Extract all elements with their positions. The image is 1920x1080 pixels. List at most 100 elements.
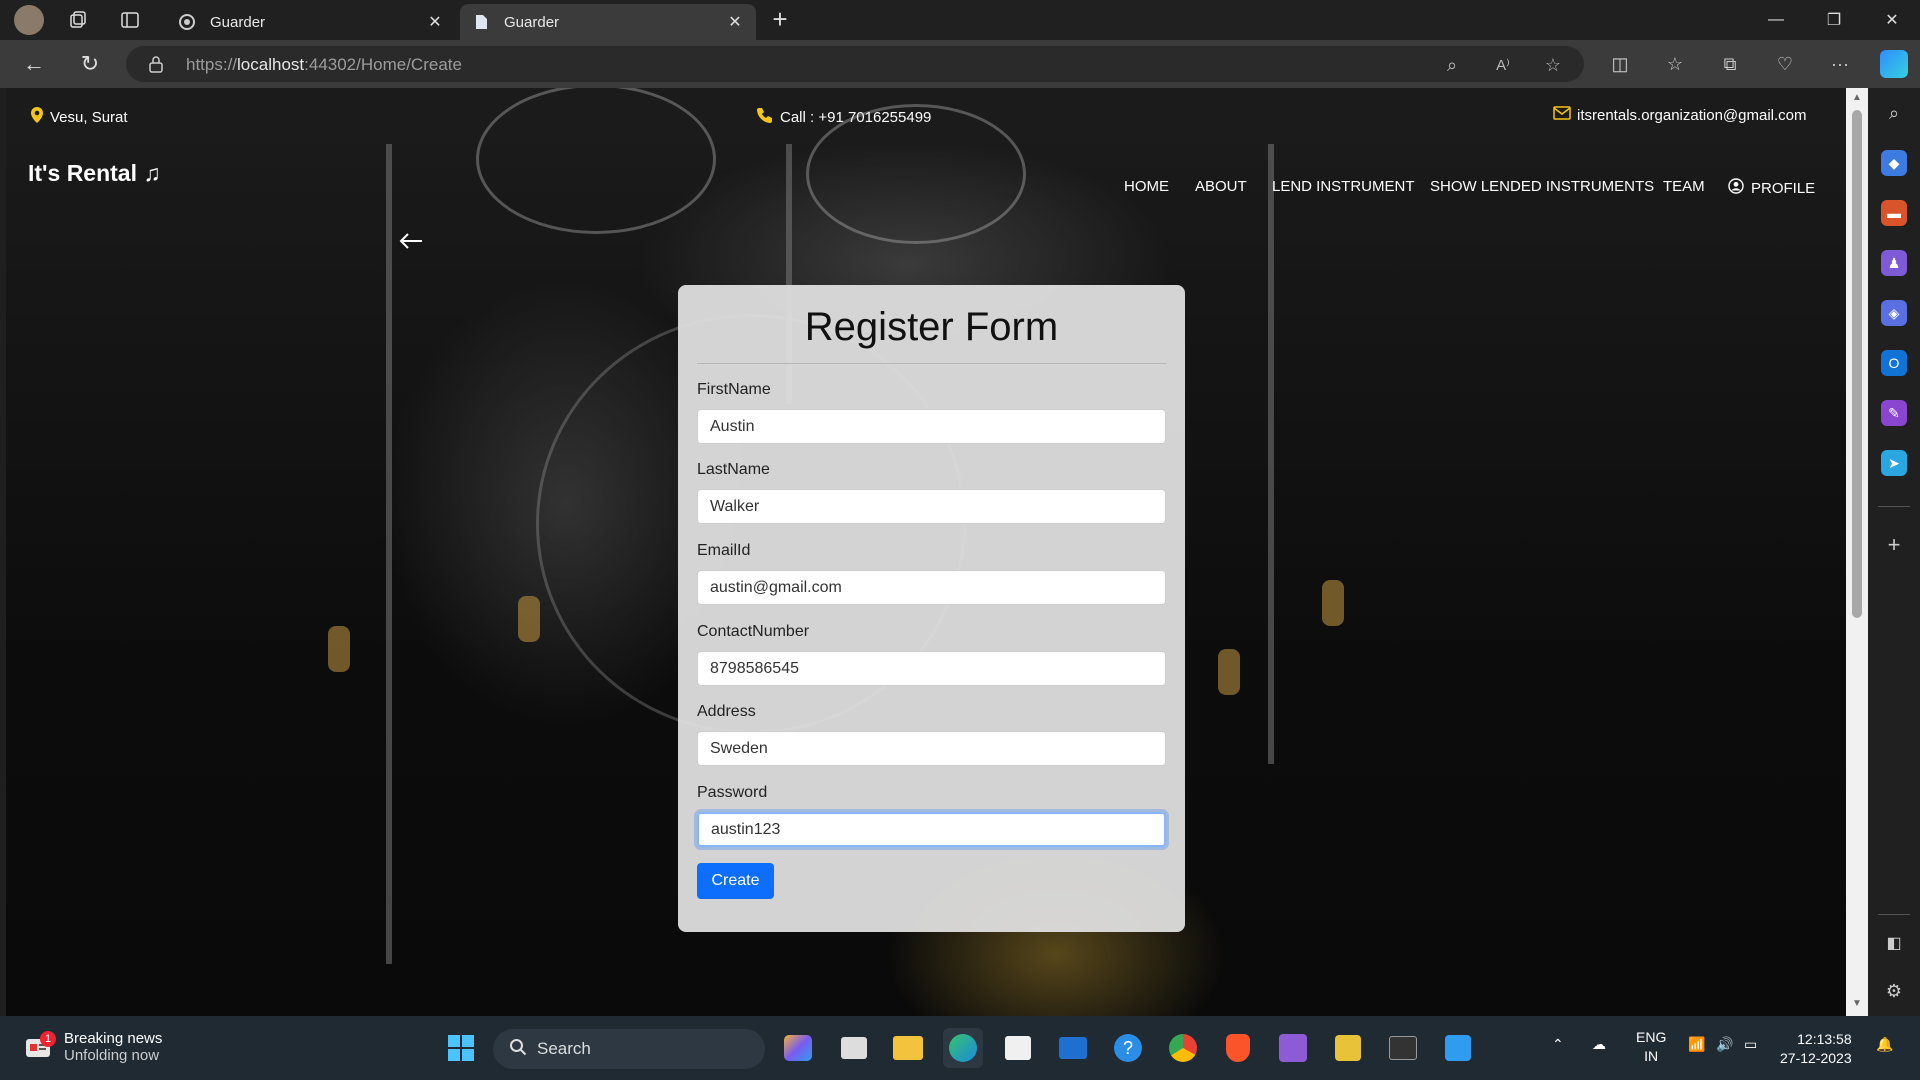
cymbal-stand-shape (386, 144, 392, 964)
location-text: Vesu, Surat (50, 108, 128, 126)
send-icon[interactable]: ➤ (1881, 450, 1907, 476)
widgets-app-icon[interactable] (778, 1028, 818, 1068)
taskbar-search[interactable]: Search (493, 1029, 765, 1069)
site-brand-logo[interactable]: It's Rental ♫ (28, 160, 161, 187)
system-clock[interactable]: 12:13:58 27-12-2023 (1780, 1030, 1852, 1068)
tab-actions-icon[interactable] (118, 8, 142, 32)
zoom-icon[interactable]: ⌕ (1441, 54, 1463, 76)
news-text: Breaking news Unfolding now (64, 1030, 162, 1064)
back-arrow-icon[interactable] (396, 226, 426, 256)
volume-icon[interactable]: 🔊 (1716, 1036, 1733, 1053)
create-button[interactable]: Create (697, 863, 774, 899)
copilot-icon[interactable] (1880, 50, 1908, 78)
sidebar-settings-icon[interactable]: ⚙ (1881, 978, 1907, 1004)
designer-icon[interactable]: ✎ (1881, 400, 1907, 426)
emailid-input[interactable] (697, 570, 1166, 605)
url-text: https://localhost:44302/Home/Create (186, 55, 462, 75)
hide-sidebar-icon[interactable]: ◧ (1881, 930, 1907, 956)
news-widget[interactable]: 1 Breaking news Unfolding now (24, 1030, 162, 1064)
favorites-icon[interactable]: ☆ (1663, 52, 1687, 76)
address-bar[interactable]: https://localhost:44302/Home/Create ⌕ A⁾… (126, 46, 1584, 82)
language-line2: IN (1644, 1048, 1659, 1064)
shopping-tag-icon[interactable]: ◆ (1881, 150, 1907, 176)
windows-taskbar: 1 Breaking news Unfolding now Search ? ⌃… (0, 1016, 1920, 1080)
games-icon[interactable]: ♟ (1881, 250, 1907, 276)
minimize-icon[interactable]: — (1748, 0, 1804, 40)
tool-app-icon[interactable] (1328, 1028, 1368, 1068)
nav-profile[interactable]: PROFILE (1728, 178, 1815, 198)
news-title: Breaking news (64, 1030, 163, 1047)
phone-icon (756, 106, 774, 128)
lastname-input[interactable] (697, 489, 1166, 524)
restore-icon[interactable]: ❐ (1806, 0, 1862, 40)
myhp-icon[interactable] (1053, 1028, 1093, 1068)
nav-profile-label: PROFILE (1751, 179, 1816, 197)
task-view-icon[interactable] (834, 1028, 874, 1068)
new-tab-icon[interactable]: + (766, 6, 794, 34)
outlook-icon[interactable]: O (1881, 350, 1907, 376)
microsoft-store-icon[interactable] (998, 1028, 1038, 1068)
email-item[interactable]: itsrentals.organization@gmail.com (1553, 106, 1807, 124)
map-pin-icon (30, 106, 44, 128)
web-page: Vesu, Surat Call : +91 7016255499 itsren… (6, 88, 1846, 1016)
settings-more-icon[interactable]: ··· (1828, 52, 1852, 76)
nav-team[interactable]: TEAM (1663, 178, 1705, 195)
contactnumber-input[interactable] (697, 651, 1166, 686)
form-title: Register Form (804, 305, 1059, 349)
terminal-icon[interactable] (1383, 1028, 1423, 1068)
nav-show-lended-instruments[interactable]: SHOW LENDED INSTRUMENTS (1430, 178, 1654, 195)
language-line1: ENG (1636, 1029, 1667, 1045)
contactnumber-label: ContactNumber (697, 623, 810, 640)
password-input[interactable] (697, 812, 1166, 847)
tab-guarder-2[interactable]: Guarder ✕ (460, 4, 756, 40)
wifi-icon[interactable]: 📶 (1688, 1036, 1705, 1053)
address-input[interactable] (697, 731, 1166, 766)
tab-guarder-1[interactable]: Guarder ✕ (166, 4, 456, 40)
copilot-sidebar-icon[interactable]: ◈ (1881, 300, 1907, 326)
close-window-icon[interactable]: ✕ (1864, 0, 1920, 40)
brave-icon[interactable] (1218, 1028, 1258, 1068)
visual-studio-icon[interactable] (1273, 1028, 1313, 1068)
envelope-icon (1553, 106, 1571, 124)
workspaces-icon[interactable] (66, 8, 90, 32)
collections-icon[interactable]: ⧉ (1718, 52, 1742, 76)
notification-bell-icon[interactable]: 🔔 (1876, 1036, 1893, 1053)
back-icon[interactable]: ← (20, 50, 48, 78)
tab-title: Guarder (210, 13, 266, 31)
vscode-icon[interactable] (1438, 1028, 1478, 1068)
register-form-card: Register Form FirstName LastName EmailId… (678, 285, 1185, 932)
chrome-icon[interactable] (1163, 1028, 1203, 1068)
url-host: localhost (237, 55, 305, 74)
search-icon[interactable]: ⌕ (1881, 100, 1907, 126)
refresh-icon[interactable]: ↻ (76, 50, 104, 78)
battery-icon[interactable]: ▭ (1744, 1036, 1757, 1053)
scroll-down-icon[interactable]: ▼ (1851, 998, 1863, 1010)
nav-home[interactable]: HOME (1124, 178, 1169, 195)
add-icon[interactable]: + (1881, 532, 1907, 558)
split-screen-icon[interactable]: ◫ (1608, 52, 1632, 76)
read-aloud-icon[interactable]: A⁾ (1492, 54, 1514, 76)
drum-shape (476, 88, 716, 234)
onedrive-icon[interactable]: ☁ (1592, 1036, 1606, 1053)
scroll-up-icon[interactable]: ▲ (1851, 92, 1863, 104)
tray-chevron-icon[interactable]: ⌃ (1552, 1036, 1564, 1053)
edge-browser-icon[interactable] (943, 1028, 983, 1068)
tab-close-icon[interactable]: ✕ (426, 12, 444, 32)
browser-essentials-icon[interactable]: ♡ (1773, 52, 1797, 76)
favorite-star-icon[interactable]: ☆ (1542, 54, 1564, 76)
language-indicator[interactable]: ENG IN (1636, 1028, 1666, 1066)
scrollbar-thumb[interactable] (1852, 110, 1862, 618)
tab-close-icon[interactable]: ✕ (726, 12, 744, 32)
start-windows-icon[interactable] (441, 1028, 481, 1068)
page-scrollbar[interactable]: ▲ ▼ (1846, 88, 1868, 1016)
nav-about[interactable]: ABOUT (1195, 178, 1247, 195)
tools-icon[interactable]: ▬ (1881, 200, 1907, 226)
email-text[interactable]: itsrentals.organization@gmail.com (1577, 107, 1807, 124)
clock-date: 27-12-2023 (1780, 1050, 1852, 1066)
file-explorer-icon[interactable] (888, 1028, 928, 1068)
url-path: :44302/Home/Create (304, 55, 462, 74)
help-icon[interactable]: ? (1108, 1028, 1148, 1068)
profile-avatar-icon[interactable] (14, 5, 44, 35)
firstname-input[interactable] (697, 409, 1166, 444)
nav-lend-instrument[interactable]: LEND INSTRUMENT (1272, 178, 1415, 195)
